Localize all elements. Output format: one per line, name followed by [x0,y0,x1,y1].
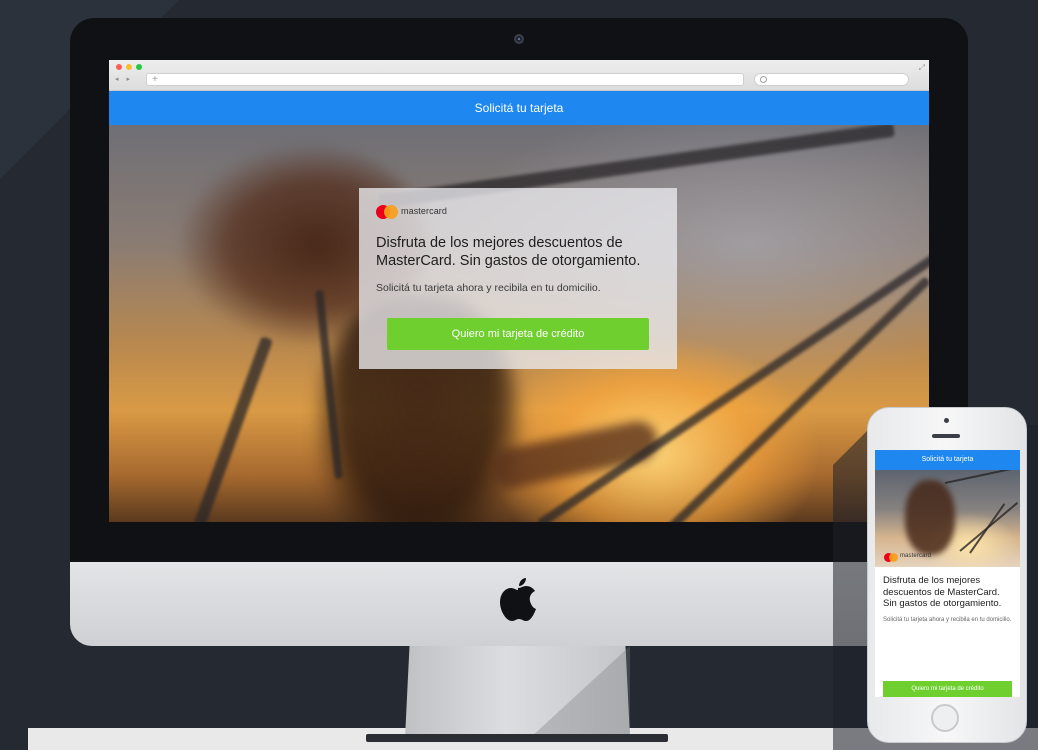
back-forward-icon[interactable]: ◂ ▸ [115,74,143,85]
expand-icon[interactable]: ⤢ [919,63,925,73]
new-tab-icon[interactable]: + [152,74,158,85]
browser-search-input[interactable] [754,73,909,86]
camera-icon [514,34,524,44]
site-header-title: Solicitá tu tarjeta [109,91,929,125]
mobile-promo-subtitle: Solicitá tu tarjeta ahora y recibila en … [883,617,1012,623]
mastercard-orange-circle-icon [889,553,898,562]
mobile-hero-image [875,470,1020,567]
mobile-credit-card-cta-button[interactable]: Quiero mi tarjeta de crédito [883,681,1012,697]
mobile-swing-chain [944,470,1020,484]
mobile-mastercard-wordmark: mastercard [900,553,932,559]
mastercard-wordmark: mastercard [401,206,448,216]
imac-base [366,734,668,742]
phone-screen: Solicitá tu tarjeta mastercard Disfruta … [875,450,1020,697]
mobile-promo-headline: Disfruta de los mejores descuentos de Ma… [883,575,1002,609]
window-zoom-icon[interactable] [136,64,142,70]
promo-headline: Disfruta de los mejores descuentos de Ma… [376,235,641,269]
phone-speaker [932,434,960,438]
mobile-header-title: Solicitá tu tarjeta [875,450,1020,470]
window-minimize-icon[interactable] [126,64,132,70]
apple-logo-icon [500,578,536,621]
mobile-hero-girl [905,480,955,555]
promo-subtitle: Solicitá tu tarjeta ahora y recibila en … [376,282,601,294]
promo-card: mastercard Disfruta de los mejores descu… [359,188,677,369]
mobile-swing-chain [969,503,1006,554]
hero-image: mastercard Disfruta de los mejores descu… [109,125,929,522]
address-bar[interactable]: + [146,73,744,86]
phone-camera-icon [944,418,949,423]
phone-home-button[interactable] [931,704,959,732]
search-icon [760,76,767,83]
credit-card-cta-button[interactable]: Quiero mi tarjeta de crédito [387,318,649,350]
imac-screen: ◂ ▸ + ⤢ Solicitá tu tarjeta mastercard D… [109,60,929,522]
mastercard-orange-circle-icon [384,205,398,219]
window-close-icon[interactable] [116,64,122,70]
swing-chain [193,336,274,522]
browser-toolbar: ◂ ▸ + ⤢ [109,60,929,91]
